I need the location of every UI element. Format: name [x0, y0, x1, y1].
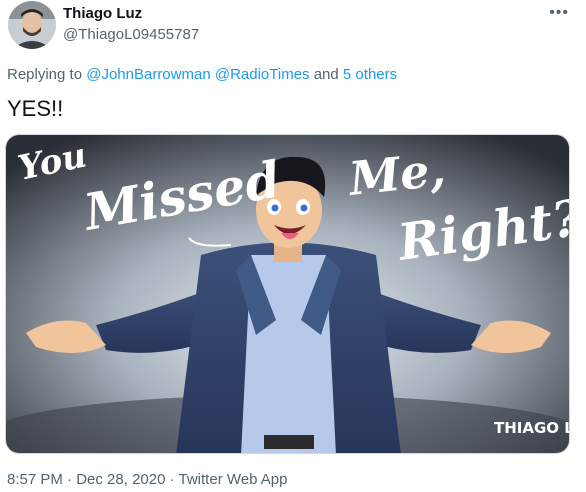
mention-link-radiotimes[interactable]: @RadioTimes: [215, 66, 310, 83]
tweet-time[interactable]: 8:57 PM: [7, 471, 63, 488]
avatar[interactable]: [8, 1, 56, 49]
reply-and: and: [309, 66, 343, 83]
meta-separator: ·: [62, 471, 77, 488]
signature: THIAGO LUZ: [494, 419, 570, 437]
person-portrait-icon: [8, 1, 56, 49]
meta-separator: ·: [165, 471, 179, 488]
author-display-name[interactable]: Thiago Luz: [63, 5, 142, 22]
more-options-icon[interactable]: •••: [549, 4, 569, 22]
reply-context: Replying to @JohnBarrowman @RadioTimes a…: [7, 66, 397, 83]
tweet-meta: 8:57 PM · Dec 28, 2020 · Twitter Web App: [7, 471, 287, 488]
tweet-image[interactable]: You Missed Me, Right? THIAGO LUZ: [5, 134, 570, 454]
tweet-text: YES!!: [7, 96, 64, 121]
text-me: Me,: [345, 142, 448, 206]
mention-link-johnbarrowman[interactable]: @JohnBarrowman: [86, 66, 210, 83]
cartoon-illustration: You Missed Me, Right? THIAGO LUZ: [6, 135, 570, 453]
others-link[interactable]: 5 others: [343, 66, 397, 83]
tweet-client: Twitter Web App: [178, 471, 288, 488]
tweet-date[interactable]: Dec 28, 2020: [76, 471, 165, 488]
reply-prefix: Replying to: [7, 66, 87, 83]
author-handle[interactable]: @ThiagoL09455787: [63, 26, 199, 43]
